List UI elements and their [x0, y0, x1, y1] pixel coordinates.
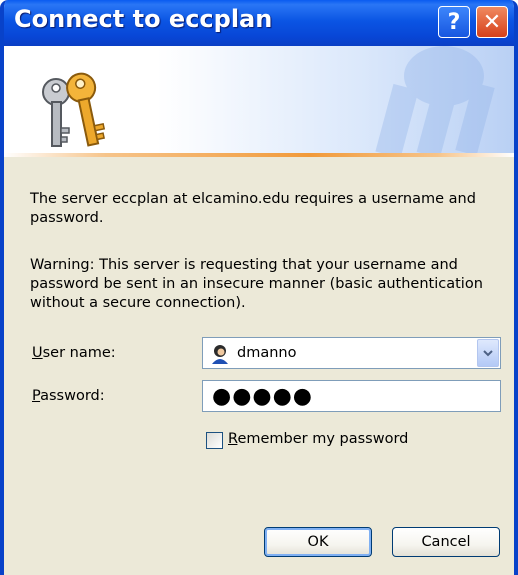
username-accesskey: U: [32, 345, 43, 361]
password-field[interactable]: ●●●●●: [202, 380, 501, 412]
window-title: Connect to eccplan: [14, 5, 273, 33]
remember-checkbox[interactable]: [206, 432, 223, 449]
title-bar[interactable]: Connect to eccplan ? ✕: [4, 0, 514, 46]
password-value: ●●●●●: [212, 384, 313, 409]
username-combobox[interactable]: dmanno: [202, 337, 501, 369]
server-message: The server eccplan at elcamino.edu requi…: [30, 191, 476, 226]
banner-divider: [4, 153, 514, 157]
username-label: User name:: [32, 345, 116, 361]
user-icon: [212, 345, 228, 364]
remember-label-text: emember my password: [237, 431, 409, 447]
chevron-down-icon: [483, 350, 493, 357]
close-button[interactable]: ✕: [476, 6, 508, 38]
username-label-text: ser name:: [42, 345, 116, 361]
username-value: dmanno: [237, 345, 297, 361]
username-dropdown-button[interactable]: [477, 339, 499, 367]
banner: [4, 46, 514, 153]
cancel-button[interactable]: Cancel: [392, 527, 500, 557]
login-dialog: Connect to eccplan ? ✕ The server eccpla…: [0, 0, 518, 575]
password-accesskey: P: [32, 388, 41, 404]
password-label-text: assword:: [40, 388, 105, 404]
help-button[interactable]: ?: [438, 6, 470, 38]
keys-icon: [42, 46, 495, 153]
remember-label[interactable]: Remember my password: [228, 431, 408, 447]
password-label: Password:: [32, 388, 105, 404]
ok-button[interactable]: OK: [264, 527, 372, 557]
security-warning: Warning: This server is requesting that …: [30, 257, 483, 311]
